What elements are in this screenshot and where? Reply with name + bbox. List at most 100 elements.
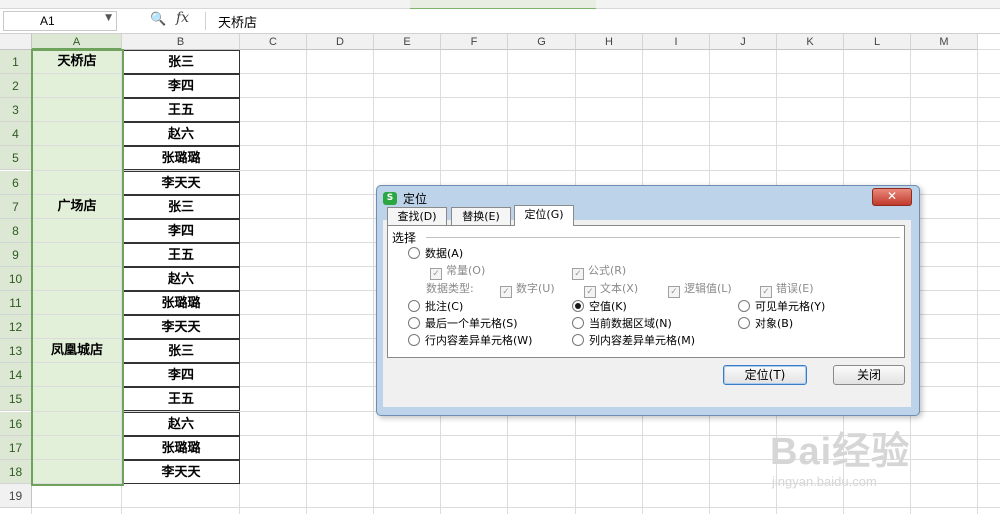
radio-icon[interactable] bbox=[738, 317, 750, 329]
column-header-a[interactable]: A bbox=[32, 34, 122, 50]
cell-b5[interactable]: 张璐璐 bbox=[122, 146, 240, 170]
watermark-brand: Bai经验 bbox=[770, 431, 911, 473]
column-header-j[interactable]: J bbox=[710, 34, 777, 50]
cell-b3[interactable]: 王五 bbox=[122, 98, 240, 122]
column-header-k[interactable]: K bbox=[777, 34, 844, 50]
name-box[interactable]: A1 ▼ bbox=[3, 11, 117, 31]
radio-icon[interactable] bbox=[408, 334, 420, 346]
cell-b8[interactable]: 李四 bbox=[122, 219, 240, 243]
row-header-2[interactable]: 2 bbox=[0, 74, 32, 98]
column-header-g[interactable]: G bbox=[508, 34, 576, 50]
radio-icon[interactable] bbox=[572, 334, 584, 346]
column-header-m[interactable]: M bbox=[911, 34, 978, 50]
close-button[interactable]: 关闭 bbox=[833, 365, 905, 385]
checkbox-icon: ✓ bbox=[500, 286, 512, 298]
close-icon[interactable]: ✕ bbox=[872, 188, 912, 206]
option-current-region-label: 当前数据区域(N) bbox=[589, 317, 672, 330]
zoom-search-icon[interactable]: 🔍 bbox=[150, 12, 166, 27]
column-header-i[interactable]: I bbox=[643, 34, 710, 50]
function-icon[interactable]: fx bbox=[176, 10, 189, 26]
radio-icon[interactable] bbox=[408, 247, 420, 259]
cell-b1[interactable]: 张三 bbox=[122, 50, 240, 74]
row-header-5[interactable]: 5 bbox=[0, 146, 32, 170]
row-header-19[interactable]: 19 bbox=[0, 484, 32, 508]
option-last-cell[interactable]: 最后一个单元格(S) bbox=[408, 317, 518, 331]
option-row-differences[interactable]: 行内容差异单元格(W) bbox=[408, 334, 532, 348]
option-data[interactable]: 数据(A) bbox=[408, 247, 463, 261]
option-blanks[interactable]: 空值(K) bbox=[572, 300, 627, 314]
option-text: ✓ 文本(X) bbox=[584, 282, 638, 298]
cell-b16[interactable]: 赵六 bbox=[122, 412, 240, 436]
column-header-d[interactable]: D bbox=[307, 34, 374, 50]
goto-dialog: S 定位 ✕ 查找(D) 替换(E) 定位(G) 选择 数据(A) ✓ 常量(O)… bbox=[376, 185, 920, 416]
cell-b6[interactable]: 李天天 bbox=[122, 171, 240, 195]
cell-b2[interactable]: 李四 bbox=[122, 74, 240, 98]
radio-icon[interactable] bbox=[408, 300, 420, 312]
option-current-region[interactable]: 当前数据区域(N) bbox=[572, 317, 672, 331]
option-row-differences-label: 行内容差异单元格(W) bbox=[425, 334, 533, 347]
radio-icon[interactable] bbox=[408, 317, 420, 329]
radio-icon[interactable] bbox=[572, 317, 584, 329]
radio-selected-icon[interactable] bbox=[572, 300, 584, 312]
column-header-c[interactable]: C bbox=[240, 34, 307, 50]
option-comments[interactable]: 批注(C) bbox=[408, 300, 463, 314]
cell-b14[interactable]: 李四 bbox=[122, 363, 240, 387]
toolbar-strip bbox=[0, 0, 1000, 10]
row-header-3[interactable]: 3 bbox=[0, 98, 32, 122]
checkbox-icon: ✓ bbox=[668, 286, 680, 298]
radio-icon[interactable] bbox=[738, 300, 750, 312]
checkbox-icon: ✓ bbox=[584, 286, 596, 298]
cell-b10[interactable]: 赵六 bbox=[122, 267, 240, 291]
tab-find[interactable]: 查找(D) bbox=[387, 207, 447, 225]
row-header-9[interactable]: 9 bbox=[0, 243, 32, 267]
cell-b9[interactable]: 王五 bbox=[122, 243, 240, 267]
option-column-differences[interactable]: 列内容差异单元格(M) bbox=[572, 334, 695, 348]
row-header-7[interactable]: 7 bbox=[0, 195, 32, 219]
tab-goto[interactable]: 定位(G) bbox=[514, 205, 574, 226]
formula-content[interactable]: 天桥店 bbox=[218, 12, 257, 31]
option-blanks-label: 空值(K) bbox=[589, 300, 627, 313]
select-all-corner[interactable] bbox=[0, 34, 32, 50]
row-header-17[interactable]: 17 bbox=[0, 436, 32, 460]
chevron-down-icon[interactable]: ▼ bbox=[105, 13, 112, 23]
cell-b7[interactable]: 张三 bbox=[122, 195, 240, 219]
goto-button[interactable]: 定位(T) bbox=[723, 365, 807, 385]
dialog-title: 定位 bbox=[403, 192, 428, 206]
cell-b4[interactable]: 赵六 bbox=[122, 122, 240, 146]
row-header-14[interactable]: 14 bbox=[0, 363, 32, 387]
column-header-e[interactable]: E bbox=[374, 34, 441, 50]
row-header-6[interactable]: 6 bbox=[0, 171, 32, 195]
option-errors-label: 错误(E) bbox=[776, 282, 814, 295]
grid-vline bbox=[306, 50, 307, 514]
cell-b17[interactable]: 张璐璐 bbox=[122, 436, 240, 460]
row-header-8[interactable]: 8 bbox=[0, 219, 32, 243]
option-visible-cells[interactable]: 可见单元格(Y) bbox=[738, 300, 825, 314]
row-header-4[interactable]: 4 bbox=[0, 122, 32, 146]
baidu-watermark: Bai经验 jingyan.baidu.com bbox=[768, 412, 988, 512]
row-header-12[interactable]: 12 bbox=[0, 315, 32, 339]
cell-b11[interactable]: 张璐璐 bbox=[122, 291, 240, 315]
cell-b18[interactable]: 李天天 bbox=[122, 460, 240, 484]
column-header-b[interactable]: B bbox=[122, 34, 240, 50]
column-header-h[interactable]: H bbox=[576, 34, 643, 50]
row-header-18[interactable]: 18 bbox=[0, 460, 32, 484]
row-header-16[interactable]: 16 bbox=[0, 412, 32, 436]
row-header-1[interactable]: 1 bbox=[0, 50, 32, 74]
tab-replace[interactable]: 替换(E) bbox=[451, 207, 511, 225]
option-formula: ✓ 公式(R) bbox=[572, 264, 626, 280]
row-header-10[interactable]: 10 bbox=[0, 267, 32, 291]
option-constants: ✓ 常量(O) bbox=[430, 264, 485, 280]
checkbox-icon: ✓ bbox=[430, 268, 442, 280]
option-objects[interactable]: 对象(B) bbox=[738, 317, 793, 331]
option-comments-label: 批注(C) bbox=[425, 300, 464, 313]
watermark-url: jingyan.baidu.com bbox=[772, 474, 877, 489]
row-header-15[interactable]: 15 bbox=[0, 387, 32, 411]
cell-b13[interactable]: 张三 bbox=[122, 339, 240, 363]
row-header-13[interactable]: 13 bbox=[0, 339, 32, 363]
column-header-f[interactable]: F bbox=[441, 34, 508, 50]
group-label: 选择 bbox=[392, 231, 417, 245]
cell-b12[interactable]: 李天天 bbox=[122, 315, 240, 339]
column-header-l[interactable]: L bbox=[844, 34, 911, 50]
cell-b15[interactable]: 王五 bbox=[122, 387, 240, 411]
row-header-11[interactable]: 11 bbox=[0, 291, 32, 315]
